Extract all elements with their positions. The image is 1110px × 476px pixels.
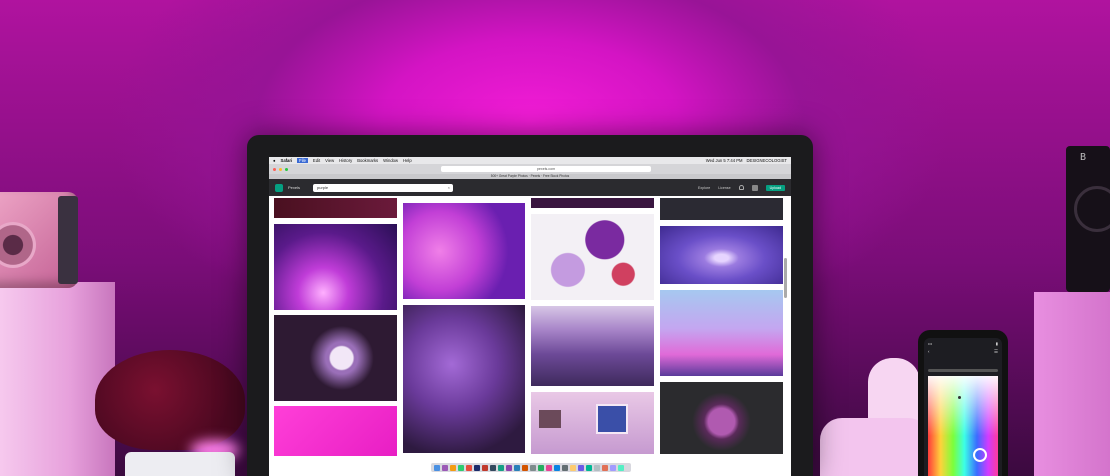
chair — [820, 418, 930, 476]
dock-icon[interactable] — [490, 464, 496, 471]
left-shelf — [0, 282, 115, 476]
avatar[interactable] — [751, 184, 758, 191]
photo-tile[interactable] — [531, 198, 654, 208]
photo-tile[interactable] — [660, 382, 783, 454]
dock-icon[interactable] — [562, 464, 568, 471]
dock-icon[interactable] — [434, 464, 440, 471]
dock-icon[interactable] — [458, 464, 464, 471]
dock-icon[interactable] — [530, 464, 536, 471]
photo-tile[interactable] — [531, 392, 654, 454]
photo-tile[interactable] — [274, 224, 397, 310]
menu-bookmarks[interactable]: Bookmarks — [357, 158, 378, 163]
menu-view[interactable]: View — [325, 158, 334, 163]
dock-icon[interactable] — [522, 464, 528, 471]
zoom-window-button[interactable] — [285, 167, 288, 171]
photo-tile[interactable] — [660, 198, 783, 220]
dock-icon[interactable] — [506, 464, 512, 471]
nav-license[interactable]: License — [718, 186, 730, 190]
menu-file[interactable]: File — [297, 158, 308, 163]
mac-menubar: ● Safari File Edit View History Bookmark… — [269, 157, 791, 164]
photo-tile[interactable] — [660, 226, 783, 284]
right-shelf — [1034, 292, 1110, 476]
menu-history[interactable]: History — [339, 158, 352, 163]
apple-icon[interactable]: ● — [273, 158, 276, 163]
phone-color-picker[interactable] — [928, 376, 998, 476]
browser-toolbar: pexels.com — [269, 164, 791, 174]
dock-icon[interactable] — [594, 464, 600, 471]
dock-icon[interactable] — [610, 464, 616, 471]
speaker-cone — [1074, 186, 1110, 232]
monitor: ● Safari File Edit View History Bookmark… — [247, 135, 813, 476]
monitor-screen: ● Safari File Edit View History Bookmark… — [269, 157, 791, 476]
speaker: B — [1066, 146, 1110, 292]
menubar-user[interactable]: DESIGNECOLOGIST — [747, 158, 788, 163]
photo-tile[interactable] — [660, 290, 783, 376]
search-input[interactable]: purple × — [313, 183, 454, 192]
photo-tile[interactable] — [274, 315, 397, 401]
header-nav: Explore License Upload — [698, 184, 785, 191]
menu-window[interactable]: Window — [383, 158, 398, 163]
vase — [125, 452, 235, 476]
dock-icon[interactable] — [498, 464, 504, 471]
photo-tile[interactable] — [274, 198, 397, 218]
dock-icon[interactable] — [450, 464, 456, 471]
photo-tile[interactable] — [403, 203, 525, 299]
phone-screen: ••• ▮ ‹ ☰ — [924, 338, 1002, 476]
dock-icon[interactable] — [570, 464, 576, 471]
photo-tile[interactable] — [274, 406, 397, 456]
phone-brightness-slider[interactable] — [928, 369, 998, 372]
dock-icon[interactable] — [482, 464, 488, 471]
speaker-label: B — [1080, 152, 1087, 163]
smartphone: ••• ▮ ‹ ☰ — [918, 330, 1008, 476]
dock-icon[interactable] — [514, 464, 520, 471]
close-window-button[interactable] — [273, 167, 276, 171]
photo-grid — [269, 198, 791, 460]
dock-icon[interactable] — [554, 464, 560, 471]
menubar-clock[interactable]: Wed Jun 5 7:44 PM — [706, 158, 743, 163]
rose-plant — [95, 350, 245, 450]
menu-help[interactable]: Help — [403, 158, 412, 163]
menu-safari[interactable]: Safari — [281, 158, 293, 163]
minimize-window-button[interactable] — [279, 167, 282, 171]
camera-grip — [58, 196, 78, 284]
search-value: purple — [317, 184, 329, 190]
close-icon[interactable]: × — [448, 184, 450, 192]
dock-icon[interactable] — [466, 464, 472, 471]
dock-icon[interactable] — [618, 464, 624, 471]
pexels-brand[interactable]: Pexels — [288, 185, 300, 190]
scrollbar[interactable] — [784, 258, 787, 298]
phone-picker-selector[interactable] — [973, 448, 987, 462]
photo-tile[interactable] — [531, 214, 654, 300]
dock-icon[interactable] — [546, 464, 552, 471]
phone-status-bar: ••• ▮ — [928, 341, 998, 346]
photo-tile[interactable] — [403, 305, 525, 453]
camera-lens — [0, 222, 36, 268]
pexels-header: Pexels purple × Explore License Upload — [269, 179, 791, 196]
mac-dock — [431, 463, 631, 472]
dock-icon[interactable] — [602, 464, 608, 471]
dock-icon[interactable] — [586, 464, 592, 471]
nav-explore[interactable]: Explore — [698, 186, 710, 190]
window-in-photo — [539, 410, 561, 428]
phone-picker-dot — [958, 396, 961, 399]
photo-tile[interactable] — [531, 306, 654, 386]
instant-camera — [0, 192, 78, 288]
dock-icon[interactable] — [442, 464, 448, 471]
dock-icon[interactable] — [474, 464, 480, 471]
phone-header: ‹ ☰ — [928, 349, 998, 354]
dock-icon[interactable] — [578, 464, 584, 471]
url-bar[interactable]: pexels.com — [441, 166, 651, 172]
bell-icon[interactable] — [738, 185, 744, 190]
dock-icon[interactable] — [538, 464, 544, 471]
upload-button[interactable]: Upload — [765, 184, 785, 191]
window-in-photo — [596, 404, 628, 434]
pexels-logo[interactable] — [275, 183, 283, 192]
menu-edit[interactable]: Edit — [313, 158, 320, 163]
background-scene: B ••• ▮ ‹ ☰ ● Safari File Edit View Histor… — [0, 0, 1110, 476]
